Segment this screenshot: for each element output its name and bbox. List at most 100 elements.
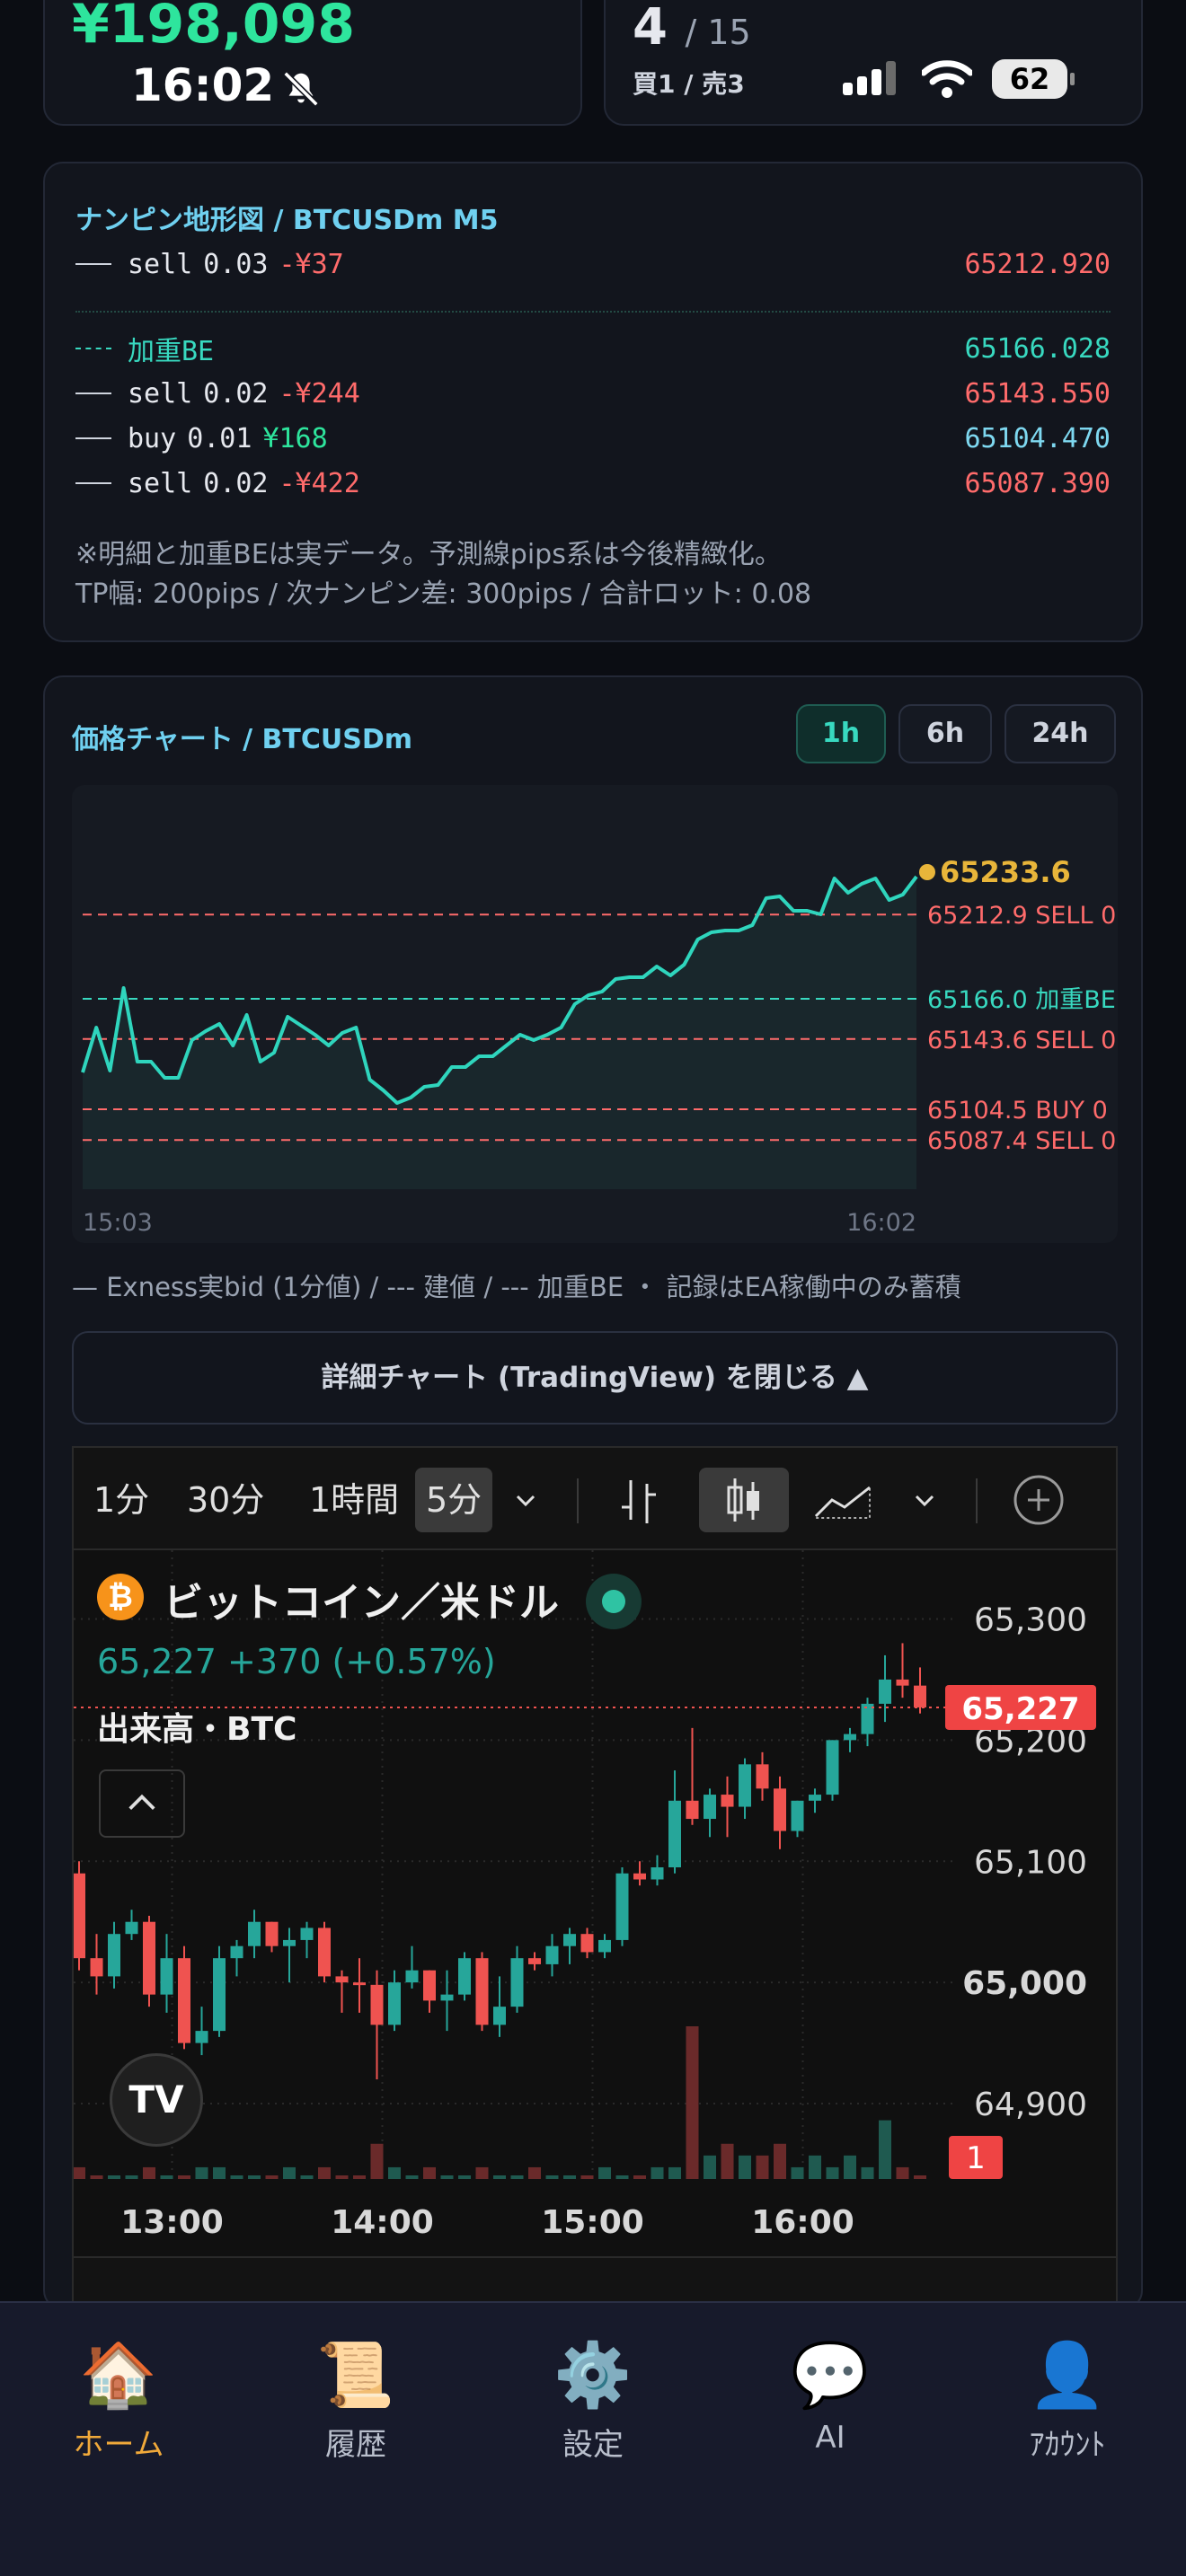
candle-body <box>318 1928 331 1977</box>
candle-body <box>668 1800 681 1867</box>
level-label: 65087.4 SELL 0 <box>927 1127 1116 1155</box>
candle-body <box>143 1921 155 1995</box>
volume-bar <box>756 2155 769 2179</box>
volume-bar <box>283 2166 296 2179</box>
current-price-label: 65233.6 <box>940 855 1071 889</box>
tv-timeframe-5m[interactable]: 5分 <box>415 1468 493 1532</box>
volume-bar <box>423 2166 436 2179</box>
position-pl: -¥244 <box>279 377 360 410</box>
tv-timeframe-1m[interactable]: 1分 <box>83 1468 160 1532</box>
nav-ai[interactable]: 💬 AI <box>712 2339 949 2456</box>
volume-bar <box>265 2175 279 2179</box>
tv-timeframe-30m[interactable]: 30分 <box>176 1468 275 1532</box>
price-line-chart: 65212.9 SELL 0 65166.0 加重BE 65143.6 SELL 0… <box>72 785 1118 1243</box>
volume-bar <box>318 2166 331 2179</box>
volume-bar <box>440 2175 454 2179</box>
candle-body <box>914 1685 926 1707</box>
tradingview-logo-icon[interactable]: TV <box>110 2053 203 2147</box>
candle-body <box>774 1788 786 1831</box>
solid-line-marker <box>75 263 111 265</box>
timeframe-1h-button[interactable]: 1h <box>796 704 886 763</box>
volume-bar <box>563 2175 576 2179</box>
area-chart-type-icon[interactable] <box>798 1468 888 1532</box>
position-side: sell <box>128 248 193 280</box>
candle-body <box>108 1934 120 1977</box>
close-tradingview-button[interactable]: 詳細チャート (TradingView) を閉じる ▲ <box>72 1331 1118 1425</box>
nav-home[interactable]: 🏠 ホーム <box>0 2339 237 2464</box>
price-tag: 65,227 <box>961 1691 1079 1727</box>
bar-chart-type-icon[interactable] <box>595 1468 685 1532</box>
candle-body <box>283 1939 296 1946</box>
status-time: 16:02 <box>131 59 275 111</box>
position-price: 65143.550 <box>964 377 1111 410</box>
candle-body <box>493 2007 506 2025</box>
volume-bar <box>248 2175 261 2179</box>
volume-bar <box>405 2175 419 2179</box>
volume-bar <box>528 2166 541 2179</box>
toolbar-divider <box>976 1478 978 1523</box>
position-lot: 0.01 <box>187 422 252 454</box>
nav-label: 履歴 <box>325 2427 386 2463</box>
gear-icon: ⚙️ <box>553 2338 633 2412</box>
nanpin-settings: TP幅: 200pips / 次ナンピン差: 300pips / 合計ロット: … <box>75 578 812 610</box>
nav-label: AI <box>815 2420 845 2456</box>
chevron-down-icon[interactable] <box>494 1468 557 1532</box>
volume-bar <box>108 2175 120 2179</box>
x-tick-label: 13:00 <box>120 2204 224 2241</box>
volume-bar <box>353 2175 366 2179</box>
collapse-legend-button[interactable] <box>99 1769 185 1838</box>
weighted-be-row: 加重BE 65166.028 <box>75 329 1111 368</box>
candle-body <box>265 1921 279 1946</box>
home-icon: 🏠 <box>79 2338 158 2412</box>
volume-bar <box>388 2166 401 2179</box>
candle-body <box>879 1679 891 1704</box>
volume-bar <box>178 2175 190 2179</box>
position-side: buy <box>128 422 177 454</box>
timeframe-6h-button[interactable]: 6h <box>898 704 992 763</box>
candle-body <box>896 1679 909 1686</box>
volume-bar <box>704 2155 716 2179</box>
weighted-be-label: 加重BE <box>128 336 215 367</box>
nav-label: ホーム <box>73 2427 164 2463</box>
nav-settings[interactable]: ⚙️ 設定 <box>474 2339 712 2464</box>
volume-bar <box>143 2166 155 2179</box>
cellular-signal-icon <box>843 61 896 95</box>
volume-bar <box>774 2143 786 2179</box>
positions-max: / 15 <box>685 13 751 52</box>
nav-label: 設定 <box>562 2427 624 2463</box>
bitcoin-logo-icon: ₿ <box>97 1574 144 1620</box>
timeframe-24h-button[interactable]: 24h <box>1005 704 1116 763</box>
chevron-down-icon[interactable] <box>893 1468 956 1532</box>
tradingview-widget[interactable]: 1分 30分 1時間 5分 65,300 65,200 65,100 65,00… <box>72 1446 1118 2308</box>
volume-bar <box>844 2155 856 2179</box>
divider <box>75 311 1111 313</box>
candle-body <box>335 1976 349 1983</box>
volume-bar <box>160 2175 173 2179</box>
volume-bar <box>721 2143 734 2179</box>
nav-history[interactable]: 📜 履歴 <box>237 2339 474 2464</box>
solid-line-marker <box>75 393 111 394</box>
volume-bar <box>370 2143 384 2179</box>
tv-timeframe-1h[interactable]: 1時間 <box>298 1468 410 1532</box>
position-pl: -¥37 <box>279 248 344 280</box>
level-label: 65104.5 BUY 0 <box>927 1097 1108 1125</box>
volume-bar <box>668 2166 681 2179</box>
nav-account[interactable]: 👤 ｱｶｳﾝﾄ <box>949 2339 1186 2464</box>
toolbar-divider <box>577 1478 579 1523</box>
nav-label: ｱｶｳﾝﾄ <box>1029 2427 1106 2463</box>
current-price-dot <box>919 864 935 880</box>
candle-body <box>686 1800 699 1820</box>
bell-muted-icon <box>283 71 319 107</box>
volume-bar <box>651 2166 664 2179</box>
volume-bar <box>914 2175 926 2179</box>
candle-body <box>440 1994 454 2001</box>
candle-body <box>178 1958 190 2043</box>
candle-body <box>756 1764 769 1789</box>
tv-symbol-name[interactable]: ビットコイン／米ドル <box>164 1570 559 1628</box>
volume-bar <box>809 2155 821 2179</box>
level-label: 65212.9 SELL 0 <box>927 902 1116 930</box>
volume-bar <box>230 2175 243 2179</box>
volume-bar <box>861 2166 874 2179</box>
candle-chart-type-icon[interactable] <box>699 1468 789 1532</box>
add-indicator-icon[interactable] <box>1003 1468 1075 1532</box>
